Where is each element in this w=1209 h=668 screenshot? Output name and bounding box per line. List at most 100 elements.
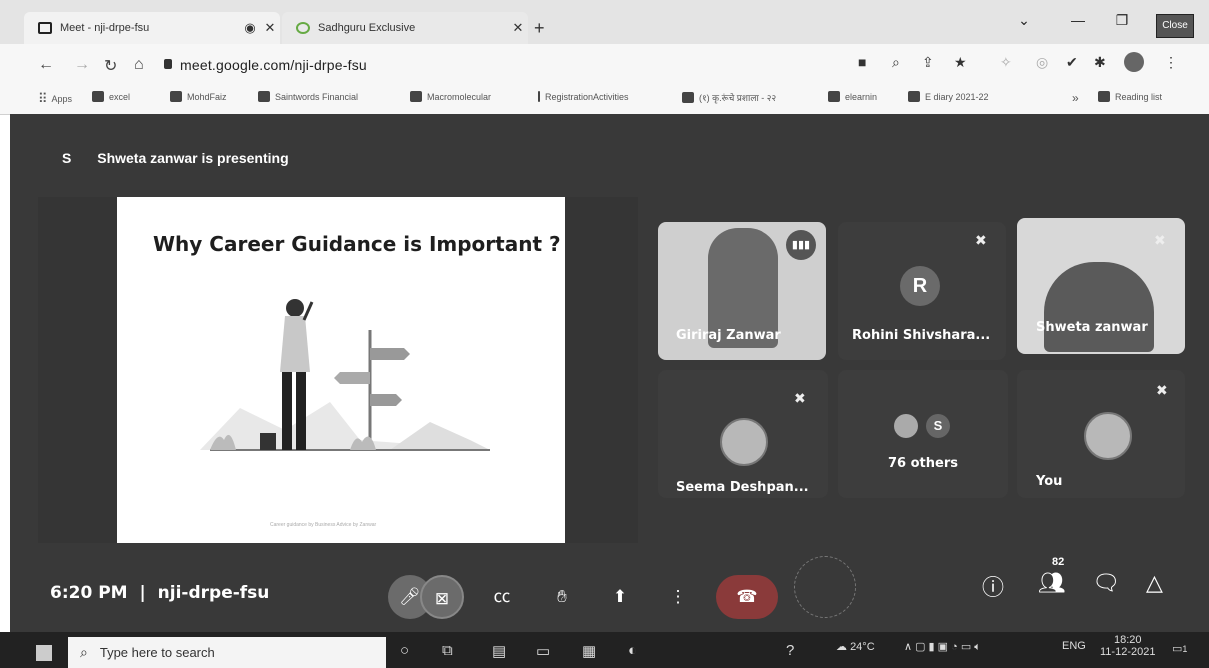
- search-icon: ⌕: [80, 644, 88, 660]
- mic-off-icon: ✖: [794, 390, 806, 406]
- new-tab-button[interactable]: +: [534, 18, 545, 39]
- help-icon[interactable]: ?: [786, 642, 794, 659]
- tray-icons[interactable]: ∧ ▢ ▮ ▣ ◔ ▭ 🔈︎: [904, 640, 981, 654]
- avatar: R: [900, 266, 940, 306]
- bookmark-icon: [258, 91, 270, 102]
- maximize-button[interactable]: ❐: [1104, 8, 1140, 32]
- reload-icon[interactable]: ↻: [104, 56, 117, 76]
- participant-tile[interactable]: [838, 370, 1008, 498]
- focus-ring: [794, 556, 856, 618]
- participant-name: You: [1036, 474, 1063, 489]
- career-illustration: [200, 299, 490, 451]
- camera-icon[interactable]: ■: [858, 54, 866, 70]
- bookmark-youtube[interactable]: (१) कृ.रूंचे प्रशाला - २२: [682, 91, 776, 104]
- mic-off-icon: ✖: [1156, 382, 1168, 398]
- profile-avatar[interactable]: [1124, 52, 1144, 72]
- presenter-initial: S: [62, 150, 72, 166]
- presenting-banner: S Shweta zanwar is presenting: [62, 150, 289, 166]
- leave-call-button[interactable]: ☎︎: [716, 575, 778, 619]
- meeting-details-icon[interactable]: ⓘ: [982, 570, 1004, 602]
- avatar: S: [926, 414, 950, 438]
- close-button[interactable]: Close: [1156, 14, 1194, 38]
- close-tab-icon[interactable]: ✕: [508, 20, 528, 36]
- back-icon[interactable]: ←: [38, 56, 54, 74]
- task-view-icon[interactable]: ⧉: [442, 642, 453, 659]
- tab-sadhguru[interactable]: Sadhguru Exclusive ✕: [282, 12, 528, 44]
- tab-title: Sadhguru Exclusive: [318, 22, 416, 34]
- bookmark-apps[interactable]: ⠿ Apps: [38, 91, 72, 107]
- bookmark-elearnin[interactable]: elearnin: [828, 91, 877, 102]
- language-indicator[interactable]: ENG: [1062, 640, 1086, 652]
- bookmark-excel[interactable]: excel: [92, 91, 130, 102]
- bookmark-macromolecular[interactable]: Macromolecular: [410, 91, 491, 102]
- avatar: [1084, 412, 1132, 460]
- audio-playing-icon[interactable]: ◉: [240, 20, 260, 36]
- minimize-button[interactable]: —: [1060, 8, 1096, 32]
- menu-icon[interactable]: ⋮: [1164, 54, 1178, 71]
- tab-title: Meet - nji-drpe-fsu: [60, 22, 150, 34]
- notification-center[interactable]: ▭1: [1172, 642, 1187, 655]
- windows-start-icon[interactable]: [36, 645, 52, 661]
- tab-search-icon[interactable]: ⌄: [1006, 8, 1042, 32]
- bookmark-icon: [538, 91, 540, 102]
- captions-button[interactable]: ㏄: [480, 575, 524, 619]
- meeting-code: nji-drpe-fsu: [157, 583, 270, 603]
- bookmark-registration[interactable]: RegistrationActivities: [538, 91, 629, 102]
- speaking-indicator-icon: ▮▮▮: [786, 230, 816, 260]
- bookmarks-more[interactable]: »: [1072, 91, 1079, 105]
- taskbar-search[interactable]: ⌕ Type here to search: [68, 637, 386, 668]
- weather-widget[interactable]: ☁ 24°C: [836, 640, 875, 653]
- check-extension-icon[interactable]: ✔: [1066, 54, 1078, 71]
- apps-grid-icon: ⠿: [38, 91, 48, 106]
- bookmark-star-icon[interactable]: ★: [954, 54, 967, 71]
- home-icon[interactable]: ⌂: [134, 56, 144, 74]
- address-bar[interactable]: meet.google.com/nji-drpe-fsu: [180, 57, 367, 73]
- slide-footer: Career guidance by Business Advice by Za…: [270, 522, 377, 528]
- meeting-info: 6:20 PM | nji-drpe-fsu: [50, 583, 269, 603]
- elm-icon: [92, 91, 104, 102]
- bookmark-saintwords[interactable]: Saintwords Financial: [258, 91, 358, 102]
- clock-time: 18:20: [1113, 634, 1142, 646]
- share-icon[interactable]: ⇪: [922, 54, 934, 71]
- bookmark-icon: [410, 91, 422, 102]
- participant-name: Rohini Shivshara...: [852, 328, 991, 343]
- participant-name: 76 others: [888, 456, 958, 471]
- zoom-icon[interactable]: ⌕: [892, 54, 900, 71]
- cortana-icon[interactable]: ○: [400, 642, 409, 659]
- forward-icon[interactable]: →: [74, 56, 90, 74]
- chat-icon[interactable]: 🗨︎: [1092, 570, 1120, 596]
- close-tab-icon[interactable]: ✕: [260, 20, 280, 36]
- extension-icon[interactable]: ✧: [1000, 54, 1012, 71]
- participant-name: Giriraj Zanwar: [676, 328, 781, 343]
- reading-list[interactable]: Reading list: [1098, 91, 1162, 102]
- more-options-button[interactable]: ⋮: [656, 575, 700, 619]
- mic-off-icon: ✖: [975, 232, 987, 248]
- camera-toggle-button[interactable]: ⊠: [420, 575, 464, 619]
- tab-meet[interactable]: Meet - nji-drpe-fsu ◉ ✕: [24, 12, 280, 44]
- bookmark-ediary[interactable]: E diary 2021-22: [908, 91, 989, 102]
- bookmark-icon: [908, 91, 920, 102]
- app-icon[interactable]: ▤: [492, 642, 506, 660]
- separator: |: [139, 583, 146, 603]
- meeting-time: 6:20 PM: [50, 583, 128, 603]
- search-placeholder: Type here to search: [99, 645, 215, 660]
- participant-video: [1044, 262, 1154, 352]
- youtube-icon: [682, 92, 694, 103]
- raise-hand-button[interactable]: ✋︎: [540, 575, 584, 619]
- extension-icon[interactable]: ◎: [1036, 54, 1048, 71]
- word-icon[interactable]: ▦: [582, 642, 596, 660]
- chrome-icon[interactable]: ◐: [628, 642, 637, 659]
- mic-off-icon: ✖: [1154, 232, 1166, 248]
- lock-icon[interactable]: [164, 59, 172, 69]
- present-button[interactable]: ⬆: [598, 575, 642, 619]
- activities-icon[interactable]: △: [1146, 570, 1163, 596]
- slide-title: Why Career Guidance is Important ?: [153, 232, 561, 256]
- people-icon[interactable]: 👥︎: [1038, 570, 1066, 596]
- participant-name: Shweta zanwar: [1036, 320, 1148, 335]
- elm-icon: [828, 91, 840, 102]
- bookmark-mohdfaiz[interactable]: MohdFaiz: [170, 91, 227, 102]
- clock[interactable]: 18:20 11-12-2021: [1100, 634, 1155, 658]
- file-explorer-icon[interactable]: ▭: [536, 642, 550, 660]
- puzzle-icon[interactable]: ✱: [1094, 54, 1106, 71]
- reading-list-icon: [1098, 91, 1110, 102]
